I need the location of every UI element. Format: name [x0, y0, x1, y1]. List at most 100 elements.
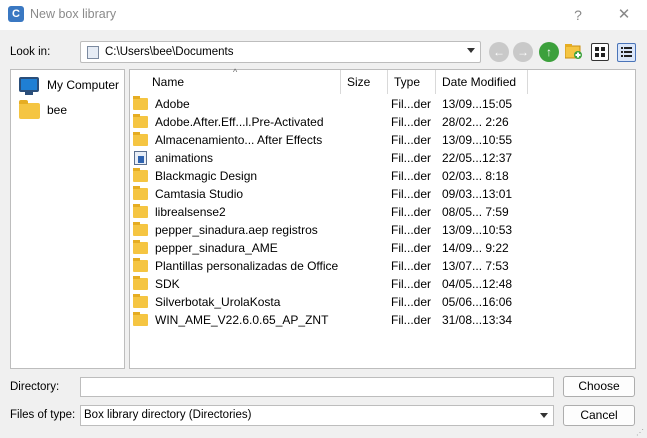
folder-icon: [133, 206, 148, 218]
table-row[interactable]: librealsense2 Fil...der 08/05... 7:59: [130, 203, 635, 221]
table-row[interactable]: SDK Fil...der 04/05...12:48: [130, 275, 635, 293]
column-header-date-modified[interactable]: Date Modified: [436, 70, 528, 94]
table-row[interactable]: Silverbotak_UrolaKosta Fil...der 05/06...1…: [130, 293, 635, 311]
list-view-button[interactable]: [591, 43, 609, 61]
file-type: Fil...der: [391, 115, 432, 129]
folder-tab: [133, 96, 140, 99]
folder-tab: [133, 204, 140, 207]
file-date-modified: 13/07... 7:53: [442, 259, 509, 273]
file-type: Fil...der: [391, 187, 432, 201]
directory-input[interactable]: [80, 377, 554, 397]
file-date-modified: 28/02... 2:26: [442, 115, 509, 129]
forward-button[interactable]: →: [513, 42, 533, 62]
file-size: [345, 95, 385, 113]
table-row[interactable]: Blackmagic Design Fil...der 02/03... 8:18: [130, 167, 635, 185]
file-type: Fil...der: [391, 205, 432, 219]
file-date-modified: 02/03... 8:18: [442, 169, 509, 183]
folder-tab: [133, 258, 140, 261]
file-name: Camtasia Studio: [155, 187, 244, 201]
column-header-label: Name: [152, 75, 185, 89]
files-of-type-combobox[interactable]: Box library directory (Directories): [80, 405, 554, 426]
special-folder-mark: [138, 156, 144, 163]
places-sidebar: My Computer bee: [10, 69, 125, 369]
table-row[interactable]: pepper_sinadura_AME Fil...der 14/09... 9:2…: [130, 239, 635, 257]
window-title: New box library: [30, 7, 117, 21]
cancel-button[interactable]: Cancel: [563, 405, 635, 426]
detail-list-icon: [621, 47, 632, 57]
close-button[interactable]: ✕: [612, 4, 636, 26]
file-date-modified: 13/09...15:05: [442, 97, 513, 111]
chevron-down-icon[interactable]: [540, 413, 548, 418]
file-size: [345, 167, 385, 185]
resize-grip-icon[interactable]: ⋰: [636, 428, 644, 437]
file-date-modified: 05/06...16:06: [442, 295, 513, 309]
file-type: Fil...der: [391, 223, 432, 237]
sidebar-item-label: My Computer: [47, 78, 120, 92]
folder-tab: [133, 276, 140, 279]
new-folder-button[interactable]: [564, 43, 583, 59]
computer-icon: [19, 77, 39, 92]
file-type: Fil...der: [391, 313, 432, 327]
column-header-label: Size: [347, 75, 371, 89]
folder-tab: [133, 294, 140, 297]
file-name: Almacenamiento... After Effects: [155, 133, 323, 147]
file-type: Fil...der: [391, 169, 432, 183]
back-button[interactable]: ←: [489, 42, 509, 62]
column-header-type[interactable]: Type: [388, 70, 436, 94]
folder-icon: [133, 116, 148, 128]
file-name: SDK: [155, 277, 180, 291]
file-name: Adobe: [155, 97, 190, 111]
column-header-size[interactable]: Size: [341, 70, 388, 94]
file-size: [345, 113, 385, 131]
table-row[interactable]: Adobe.After.Eff...l.Pre-Activated Fil...d…: [130, 113, 635, 131]
folder-tab: [19, 100, 28, 104]
parent-directory-button[interactable]: ↑: [539, 42, 559, 62]
sidebar-item-label: bee: [47, 103, 68, 117]
file-date-modified: 13/09...10:55: [442, 133, 513, 147]
folder-icon: [133, 260, 148, 272]
help-button[interactable]: ?: [566, 4, 590, 26]
table-row[interactable]: WIN_AME_V22.6.0.65_AP_ZNT Fil...der 31/08.…: [130, 311, 635, 329]
choose-button[interactable]: Choose: [563, 376, 635, 397]
new-folder-icon: [564, 44, 582, 59]
file-name: animations: [155, 151, 214, 165]
file-name: Adobe.After.Eff...l.Pre-Activated: [155, 115, 324, 129]
file-size: [345, 293, 385, 311]
chevron-down-icon[interactable]: [467, 48, 475, 53]
folder-icon: [133, 170, 148, 182]
file-date-modified: 13/09...10:53: [442, 223, 513, 237]
arrow-up-icon: ↑: [546, 45, 552, 59]
arrow-left-icon: ←: [493, 45, 505, 59]
column-header-name[interactable]: Name: [146, 70, 341, 94]
folder-tab: [133, 312, 140, 315]
sidebar-item-bee[interactable]: bee: [17, 100, 122, 122]
table-row[interactable]: animations Fil...der 22/05...12:37: [130, 149, 635, 167]
files-of-type-label: Files of type:: [10, 409, 76, 421]
file-size: [345, 239, 385, 257]
detail-view-button[interactable]: [617, 43, 636, 62]
file-list[interactable]: Name ^ Size Type Date Modified Adobe Fil.…: [129, 67, 636, 369]
table-row[interactable]: Plantillas personalizadas de Office Fil..…: [130, 257, 635, 275]
file-list-header: Name ^ Size Type Date Modified: [130, 67, 635, 94]
file-type: Fil...der: [391, 97, 432, 111]
file-name: Plantillas personalizadas de Office: [155, 259, 339, 273]
table-row[interactable]: pepper_sinadura.aep registros Fil...der 13…: [130, 221, 635, 239]
look-in-label: Look in:: [10, 46, 51, 58]
table-row[interactable]: Almacenamiento... After Effects Fil...der…: [130, 131, 635, 149]
table-row[interactable]: Camtasia Studio Fil...der 09/03...13:01: [130, 185, 635, 203]
special-folder-icon: [134, 151, 147, 165]
folder-icon: [133, 278, 148, 290]
folder-tab: [133, 132, 140, 135]
computer-stand: [25, 92, 33, 95]
sidebar-item-my-computer[interactable]: My Computer: [17, 75, 122, 97]
file-name: Blackmagic Design: [155, 169, 258, 183]
folder-tab: [133, 240, 140, 243]
documents-folder-icon: [87, 46, 99, 59]
folder-icon: [133, 188, 148, 200]
look-in-combobox[interactable]: C:\Users\bee\Documents: [80, 41, 481, 63]
column-header-label: Type: [394, 75, 421, 89]
folder-icon: [133, 314, 148, 326]
file-type: Fil...der: [391, 241, 432, 255]
table-row[interactable]: Adobe Fil...der 13/09...15:05: [130, 95, 635, 113]
file-date-modified: 08/05... 7:59: [442, 205, 509, 219]
